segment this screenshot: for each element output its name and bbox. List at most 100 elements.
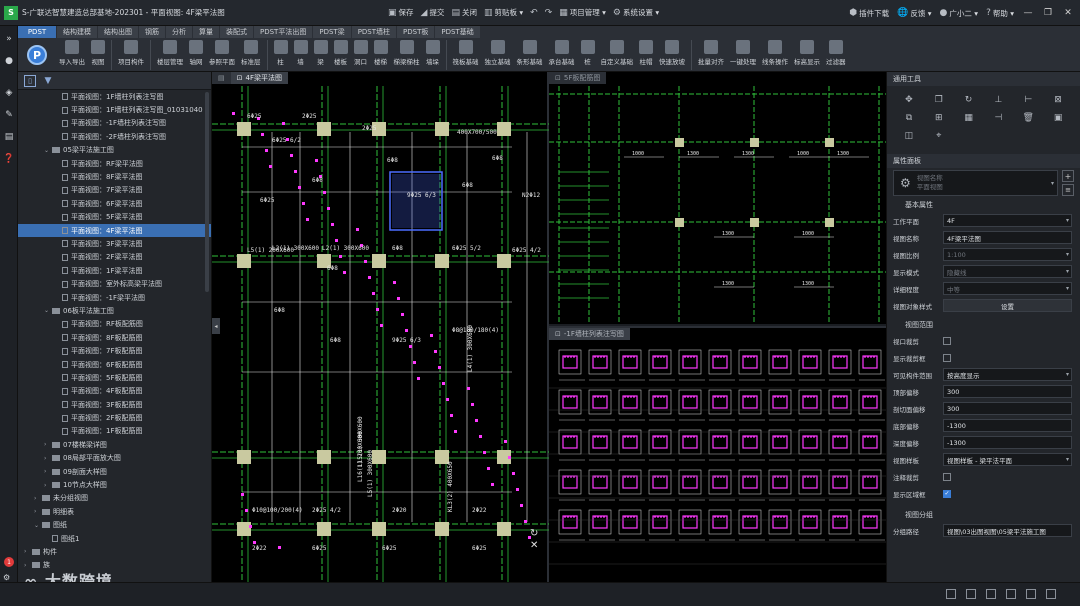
tree-item[interactable]: 平面视图：1F板配筋图 [18,425,211,438]
ribbon-button-5-3[interactable]: 标高显示 [791,38,823,66]
titlebar-action-5[interactable]: ↷ [545,8,553,18]
stretch-icon[interactable]: ⊠ [1046,94,1070,106]
titlebar-right-3[interactable]: ? 帮助 ▾ [986,8,1014,19]
titlebar-action-7[interactable]: ⚙ 系统设置 ▾ [613,7,659,18]
ribbon-button-5-0[interactable]: 批量对齐 [695,38,727,66]
titlebar-action-6[interactable]: ▦ 项目管理 ▾ [559,7,606,18]
tree-item[interactable]: 平面视图：-1F梁平法图 [18,291,211,304]
pin-icon[interactable]: ⌖ [927,130,951,142]
tree-folder[interactable]: › 08局部平面放大图 [18,452,211,465]
cad-drawing-4f[interactable]: 6Φ25 6Φ25 6/2 2Φ25 2Φ25 6Φ8 400X700/500 6Φ8 6Φ2… [212,72,549,582]
tab-4f-beam-plan[interactable]: ⊡ 4F梁平法图 [230,72,288,84]
chevron-right-icon[interactable]: › [44,455,52,462]
view-wall-column-table[interactable]: ⊡ -1F墙柱列表注写图 [549,326,886,582]
status-icon-6[interactable] [1046,589,1056,599]
tree-item[interactable]: 平面视图：2F板配筋图 [18,411,211,424]
tree-item[interactable]: 平面视图：8F板配筋图 [18,331,211,344]
trim-icon[interactable]: ⊣ [987,112,1011,124]
titlebar-right-2[interactable]: ● 广小二 ▾ [940,8,979,19]
tree-item[interactable]: 平面视图：5F梁平法图 [18,211,211,224]
prop-value-field[interactable]: -1300 [943,436,1072,449]
ribbon-tab-0[interactable]: PDST [18,26,56,38]
ribbon-button-4-6[interactable]: 柱帽 [636,38,656,66]
tree-item[interactable]: 图纸1 [18,532,211,545]
close-window-icon[interactable]: ✕ [1062,8,1074,18]
chevron-right-icon[interactable]: › [34,495,42,502]
tree-item[interactable]: 平面视图：4F梁平法图 [18,223,211,238]
prop-value-field[interactable]: 按高度显示 ▾ [943,368,1072,381]
titlebar-action-3[interactable]: ▥ 剪贴板 ▾ [484,7,523,18]
chevron-down-icon[interactable]: ⌄ [44,147,52,154]
move-icon[interactable]: ✥ [897,94,921,106]
close-view-icon[interactable]: ✕ [530,540,538,552]
tree-item[interactable]: 平面视图：-2F墙柱列表注写图 [18,130,211,143]
chevron-down-icon[interactable]: ⌄ [44,307,52,314]
ribbon-button-5-1[interactable]: 一键处理 [727,38,759,66]
tree-folder[interactable]: › 未分组视图 [18,492,211,505]
expand-icon[interactable]: » [0,30,18,48]
status-icon-1[interactable] [946,589,956,599]
ribbon-tab-4[interactable]: 分析 [166,26,192,38]
pdst-logo[interactable]: P [18,38,56,72]
ribbon-tab-5[interactable]: 算量 [193,26,219,38]
view-menu-icon[interactable]: ▤ [212,72,231,84]
titlebar-action-2[interactable]: ▤ 关闭 [451,7,477,18]
restore-icon[interactable]: ❐ [1042,8,1054,18]
titlebar-right-1[interactable]: 🌐 反馈 ▾ [897,8,931,19]
tree-item[interactable]: 平面视图：6F梁平法图 [18,197,211,210]
notification-badge[interactable]: 1 [4,557,14,567]
ribbon-tab-1[interactable]: 结构建模 [57,26,97,38]
align-icon[interactable]: ⊥ [987,94,1011,106]
ribbon-button-3-4[interactable]: 洞口 [351,38,371,66]
chevron-right-icon[interactable]: › [34,508,42,515]
tree-item[interactable]: 平面视图：RF梁平法图 [18,157,211,170]
chevron-down-icon[interactable]: ⌄ [34,522,42,529]
status-icon-2[interactable] [966,589,976,599]
prop-value-field[interactable]: 中等 ▾ [943,282,1072,295]
tree-folder[interactable]: ⌄ 05梁平法施工图 [18,144,211,157]
filter-icon[interactable]: ▼ [42,75,54,87]
help-circle-icon[interactable]: ❓ [0,150,18,168]
titlebar-action-1[interactable]: ◢ 提交 [421,7,445,18]
checkbox[interactable] [943,336,951,345]
ribbon-tab-2[interactable]: 结构出图 [98,26,138,38]
tree-item[interactable]: 平面视图：3F板配筋图 [18,398,211,411]
ribbon-tab-10[interactable]: PDST板 [397,26,435,38]
status-icon-5[interactable] [1026,589,1036,599]
ribbon-tab-8[interactable]: PDST梁 [313,26,351,38]
titlebar-right-0[interactable]: ⬢ 插件下载 [849,8,889,19]
tree-folder[interactable]: ⌄ 图纸 [18,519,211,532]
ribbon-button-4-4[interactable]: 桩 [578,38,598,66]
ribbon-button-3-1[interactable]: 墙 [291,38,311,66]
tab-5f-slab-plan[interactable]: ⊡ 5F板配筋图 [549,72,607,84]
delete-icon[interactable]: 🗑 [1016,112,1040,124]
prop-value-field[interactable]: 300 [943,385,1072,398]
cad-drawing-5f[interactable]: 1000 1300 1300 1000 1300 1300 1000 1300 1300 [549,72,886,324]
ribbon-button-5-4[interactable]: 过滤器 [823,38,849,66]
ribbon-button-3-2[interactable]: 梁 [311,38,331,66]
tree-item[interactable]: 平面视图：-1F墙柱列表注写图 [18,117,211,130]
ribbon-button-4-1[interactable]: 独立基础 [482,38,514,66]
globe-icon[interactable]: ● [0,52,18,70]
ribbon-button-2-0[interactable]: 楼层管理 [154,38,186,66]
tree-item[interactable]: 平面视图：7F板配筋图 [18,344,211,357]
ribbon-button-1-0[interactable]: 项目构件 [115,38,147,66]
offset-icon[interactable]: ⊞ [927,112,951,124]
ribbon-tab-7[interactable]: PDST平法出图 [254,26,313,38]
tree-folder[interactable]: › 10节点大样图 [18,478,211,491]
ribbon-button-3-5[interactable]: 楼梯 [371,38,391,66]
prop-value-field[interactable]: 300 [943,402,1072,415]
prop-value-field[interactable]: -1300 [943,419,1072,432]
add-type-icon[interactable]: + [1062,170,1074,182]
tree-item[interactable]: 平面视图：8F梁平法图 [18,170,211,183]
group-path-field[interactable]: 视图\03出图视图\05梁平法施工图 [943,524,1072,537]
status-icon-4[interactable] [1006,589,1016,599]
ribbon-button-2-2[interactable]: 参照平面 [206,38,238,66]
status-icon-3[interactable] [986,589,996,599]
ribbon-button-5-2[interactable]: 线条操作 [759,38,791,66]
ribbon-tab-6[interactable]: 装配式 [220,26,253,38]
tree-item[interactable]: 平面视图：7F梁平法图 [18,184,211,197]
refresh-icon[interactable]: ↻ [530,528,538,540]
tab-wall-column-table[interactable]: ⊡ -1F墙柱列表注写图 [549,328,630,340]
ribbon-button-3-6[interactable]: 梯梁梯柱 [391,38,423,66]
